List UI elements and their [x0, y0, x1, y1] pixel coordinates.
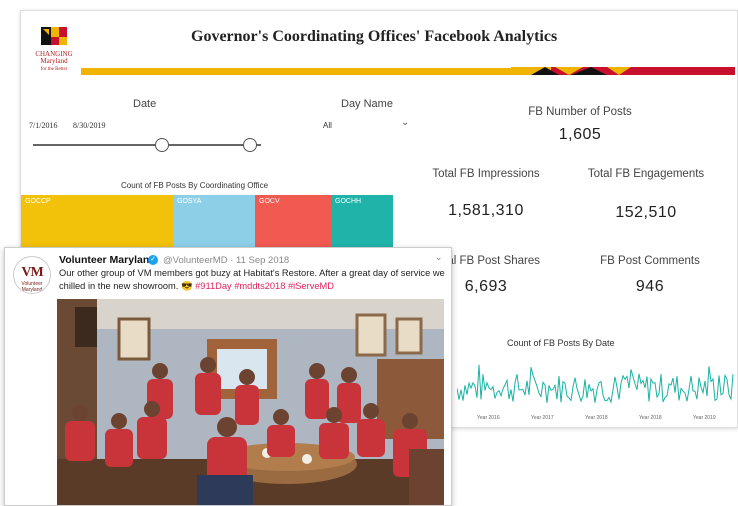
date-end-input[interactable]: 8/30/2019 — [73, 121, 105, 130]
avatar-subtitle: Volunteer Maryland — [21, 281, 43, 293]
date-axis-tick-label: Year 2016 — [477, 415, 500, 421]
kpi-engagements-label: Total FB Engagements — [587, 168, 705, 180]
tweet-hashtags[interactable]: #911Day #mddts2018 #iServeMD — [195, 281, 334, 291]
treemap-title: Count of FB Posts By Coordinating Office — [121, 181, 269, 190]
changing-maryland-logo: CHANGING Maryland for the Better — [31, 25, 77, 75]
tweet-card[interactable]: VM Volunteer Maryland Volunteer Maryland… — [4, 247, 452, 506]
treemap-cell-gocv[interactable]: GOCV — [255, 195, 331, 253]
day-name-dropdown[interactable]: All — [323, 121, 332, 130]
tweet-text: Our other group of VM members got buzy a… — [59, 267, 445, 292]
header-gold-bar — [81, 68, 511, 75]
header-flag-stripe — [511, 67, 735, 75]
treemap-cell-goccp[interactable]: GOCCP — [21, 195, 173, 253]
date-slider-start-handle[interactable] — [155, 138, 169, 152]
posts-by-date-line-chart[interactable]: Year 2016 Year 2017 Year 2018 Year 2018 Year… — [457, 351, 735, 423]
date-range-slider[interactable] — [33, 144, 261, 146]
date-axis-tick-label: Year 2018 — [639, 415, 662, 421]
avatar[interactable]: VM Volunteer Maryland — [13, 256, 51, 294]
tweet-author-name[interactable]: Volunteer Maryland — [59, 254, 156, 266]
chevron-down-icon[interactable]: ⌄ — [401, 117, 409, 128]
more-options-icon[interactable]: ⌄ — [435, 252, 443, 263]
date-axis-tick-label: Year 2019 — [693, 415, 716, 421]
kpi-comments-label: FB Post Comments — [600, 255, 700, 267]
logo-word-maryland: Maryland — [40, 57, 68, 65]
treemap-cell-gochh[interactable]: GOCHH — [331, 195, 393, 253]
tweet-photo[interactable] — [57, 299, 444, 505]
maryland-flag-icon — [37, 25, 71, 49]
date-chart-title: Count of FB Posts By Date — [507, 338, 615, 348]
posts-by-date-series-line — [457, 364, 734, 404]
date-axis-tick-label: Year 2017 — [531, 415, 554, 421]
date-filter-label: Date — [133, 98, 157, 110]
tweet-handle-date[interactable]: @VolunteerMD · 11 Sep 2018 — [163, 255, 289, 266]
kpi-posts-value: 1,605 — [558, 126, 602, 143]
verified-badge-icon: ✓ — [148, 255, 158, 265]
kpi-posts-label: FB Number of Posts — [528, 106, 632, 118]
avatar-initials: VM — [21, 265, 43, 280]
kpi-comments-value: 946 — [635, 278, 665, 295]
logo-word-better: for the Better — [40, 67, 68, 72]
date-start-input[interactable]: 7/1/2016 — [29, 121, 57, 130]
date-axis-tick-label: Year 2018 — [585, 415, 608, 421]
date-slider-end-handle[interactable] — [243, 138, 257, 152]
kpi-engagements-value: 152,510 — [615, 204, 677, 221]
kpi-impressions-value: 1,581,310 — [448, 202, 524, 219]
group-photo-illustration — [57, 299, 444, 505]
kpi-impressions-label: Total FB Impressions — [432, 168, 540, 180]
treemap-cell-gosya[interactable]: GOSYA — [173, 195, 255, 253]
day-name-filter-label: Day Name — [341, 98, 393, 110]
dashboard-title: Governor's Coordinating Offices' Faceboo… — [191, 28, 558, 45]
date-axis-ticks: Year 2016 Year 2017 Year 2018 Year 2018 Year… — [477, 415, 716, 421]
